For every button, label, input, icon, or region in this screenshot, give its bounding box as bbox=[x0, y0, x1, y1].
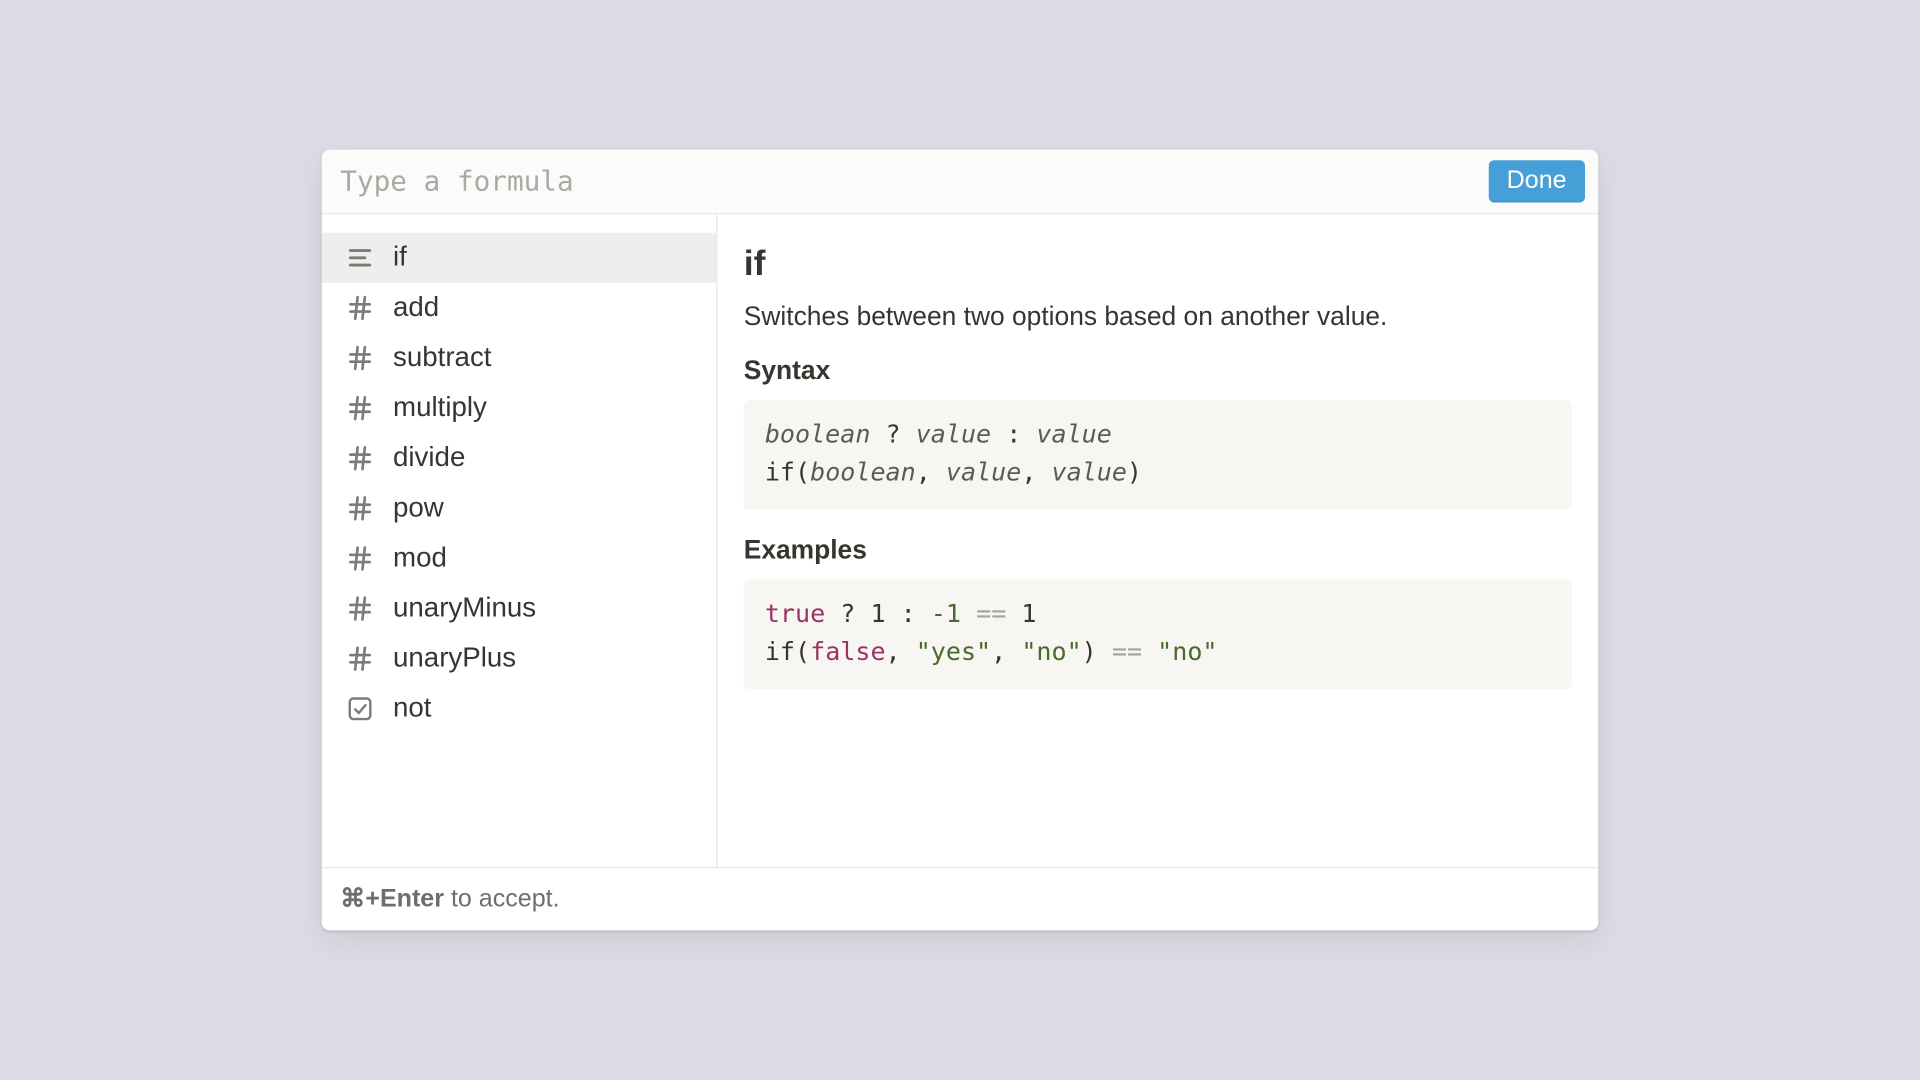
text-icon bbox=[346, 243, 375, 272]
dialog-body: if add subtract multiply divide pow mod unaryMi… bbox=[322, 214, 1598, 867]
function-item-pow[interactable]: pow bbox=[322, 483, 716, 533]
code-token: boolean bbox=[810, 459, 916, 488]
function-item-unaryPlus[interactable]: unaryPlus bbox=[322, 634, 716, 684]
function-item-label: subtract bbox=[393, 342, 492, 374]
function-item-label: if bbox=[393, 242, 407, 274]
code-token: if( bbox=[765, 638, 810, 667]
function-item-label: unaryMinus bbox=[393, 593, 536, 625]
code-token: , bbox=[1021, 459, 1051, 488]
code-token: value bbox=[1051, 459, 1126, 488]
function-item-if[interactable]: if bbox=[322, 233, 716, 283]
code-token: ? bbox=[825, 599, 870, 628]
code-token: true bbox=[765, 599, 825, 628]
code-token: == bbox=[976, 599, 1006, 628]
code-token: ? bbox=[870, 420, 915, 449]
function-item-label: mod bbox=[393, 543, 447, 575]
function-detail: if Switches between two options based on… bbox=[717, 214, 1598, 867]
syntax-label: Syntax bbox=[744, 357, 1572, 387]
code-token: ) bbox=[1127, 459, 1142, 488]
code-token: , bbox=[916, 459, 946, 488]
code-token: 1 bbox=[870, 599, 885, 628]
code-token: "yes" bbox=[916, 638, 991, 667]
code-token bbox=[1006, 599, 1021, 628]
code-token: value bbox=[1036, 420, 1111, 449]
function-item-label: not bbox=[393, 693, 432, 725]
function-item-not[interactable]: not bbox=[322, 684, 716, 734]
code-token: value bbox=[946, 459, 1021, 488]
dialog-footer: ⌘+Enter to accept. bbox=[322, 867, 1598, 930]
checkbox-icon bbox=[346, 694, 375, 723]
code-token: value bbox=[916, 420, 991, 449]
code-token bbox=[1142, 638, 1157, 667]
examples-label: Examples bbox=[744, 536, 1572, 566]
code-token: 1 bbox=[1021, 599, 1036, 628]
code-token: : bbox=[886, 599, 931, 628]
shortcut-hint: to accept. bbox=[444, 885, 560, 913]
code-token: "no" bbox=[1021, 638, 1081, 667]
detail-title: if bbox=[744, 243, 1572, 284]
function-item-label: multiply bbox=[393, 392, 487, 424]
detail-description: Switches between two options based on an… bbox=[744, 303, 1572, 333]
function-item-label: unaryPlus bbox=[393, 643, 516, 675]
shortcut-key: ⌘+Enter bbox=[340, 885, 444, 913]
formula-input[interactable] bbox=[340, 160, 1472, 202]
function-item-add[interactable]: add bbox=[322, 283, 716, 333]
function-item-label: pow bbox=[393, 493, 444, 525]
hash-icon bbox=[346, 494, 375, 523]
function-item-label: add bbox=[393, 292, 439, 324]
formula-dialog: Done if add subtract multiply divide pow mod un… bbox=[322, 150, 1598, 931]
examples-codeblock: true ? 1 : -1 == 1 if(false, "yes", "no"… bbox=[744, 579, 1572, 688]
function-item-multiply[interactable]: multiply bbox=[322, 383, 716, 433]
function-item-subtract[interactable]: subtract bbox=[322, 333, 716, 383]
function-item-label: divide bbox=[393, 442, 465, 474]
done-button[interactable]: Done bbox=[1488, 160, 1585, 202]
code-token: ) bbox=[1082, 638, 1112, 667]
code-token: "no" bbox=[1157, 638, 1217, 667]
code-token: false bbox=[810, 638, 885, 667]
hash-icon bbox=[346, 394, 375, 423]
code-token: , bbox=[886, 638, 916, 667]
hash-icon bbox=[346, 344, 375, 373]
function-list: if add subtract multiply divide pow mod unaryMi… bbox=[322, 214, 718, 867]
code-token: == bbox=[1112, 638, 1142, 667]
function-item-divide[interactable]: divide bbox=[322, 433, 716, 483]
dialog-header: Done bbox=[322, 150, 1598, 215]
code-token: if( bbox=[765, 459, 810, 488]
code-token: -1 bbox=[931, 599, 961, 628]
function-item-mod[interactable]: mod bbox=[322, 533, 716, 583]
hash-icon bbox=[346, 544, 375, 573]
code-token: boolean bbox=[765, 420, 871, 449]
code-token: : bbox=[991, 420, 1036, 449]
syntax-codeblock: boolean ? value : value if(boolean, valu… bbox=[744, 400, 1572, 509]
hash-icon bbox=[346, 644, 375, 673]
function-item-unaryMinus[interactable]: unaryMinus bbox=[322, 584, 716, 634]
code-token: , bbox=[991, 638, 1021, 667]
hash-icon bbox=[346, 444, 375, 473]
hash-icon bbox=[346, 594, 375, 623]
code-token bbox=[961, 599, 976, 628]
hash-icon bbox=[346, 293, 375, 322]
